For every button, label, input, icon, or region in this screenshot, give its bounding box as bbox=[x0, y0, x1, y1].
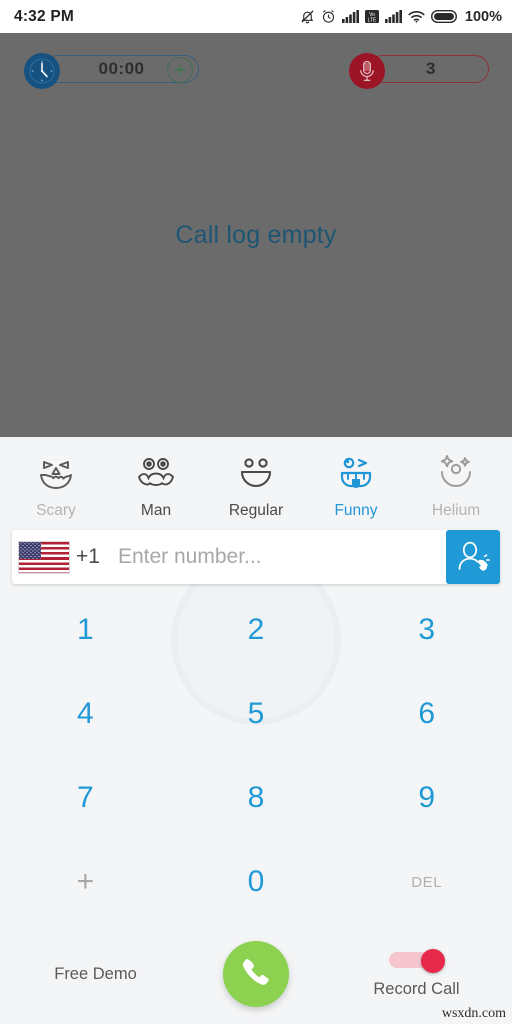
call-button[interactable] bbox=[223, 941, 289, 1007]
wifi-icon bbox=[408, 10, 425, 23]
country-code-label: +1 bbox=[76, 545, 100, 568]
toggle-knob bbox=[420, 949, 445, 973]
key-plus[interactable]: + bbox=[0, 840, 171, 924]
call-log-empty-text: Call log empty bbox=[175, 220, 337, 249]
add-time-button[interactable]: + bbox=[167, 57, 193, 83]
effect-helium[interactable]: Helium bbox=[410, 451, 502, 520]
effect-funny[interactable]: Funny bbox=[310, 451, 402, 520]
key-3[interactable]: 3 bbox=[341, 588, 512, 672]
status-icon-tray: Vo LTE 100% bbox=[300, 9, 502, 25]
recording-count-value: 3 bbox=[426, 59, 436, 78]
volte-icon: Vo LTE bbox=[364, 10, 379, 23]
key-6[interactable]: 6 bbox=[341, 672, 512, 756]
effect-helium-label: Helium bbox=[431, 502, 481, 519]
clock-icon bbox=[24, 53, 60, 89]
dialpad-row: + 0 DEL bbox=[0, 840, 512, 924]
dialpad-row: 1 2 3 bbox=[0, 588, 512, 672]
key-5[interactable]: 5 bbox=[171, 672, 342, 756]
status-time: 4:32 PM bbox=[14, 7, 74, 25]
record-call-toggle[interactable] bbox=[388, 949, 445, 973]
effect-scary-label: Scary bbox=[36, 502, 76, 519]
key-delete[interactable]: DEL bbox=[341, 840, 512, 924]
scary-face-icon bbox=[34, 451, 78, 495]
dialpad: 1 2 3 4 5 6 7 8 9 + 0 DEL bbox=[0, 584, 512, 924]
record-call-label: Record Call bbox=[373, 980, 460, 998]
effect-regular[interactable]: Regular bbox=[210, 451, 302, 520]
us-flag-icon bbox=[18, 540, 70, 574]
key-2[interactable]: 2 bbox=[171, 588, 342, 672]
phone-number-input[interactable] bbox=[117, 530, 446, 584]
signal-bars-icon bbox=[341, 10, 359, 23]
dialpad-row: 7 8 9 bbox=[0, 756, 512, 840]
effect-man-label: Man bbox=[140, 502, 172, 519]
recording-count-badge[interactable]: 3 bbox=[349, 53, 489, 89]
effect-regular-label: Regular bbox=[228, 502, 284, 519]
status-bar: 4:32 PM Vo LTE 100% bbox=[0, 0, 512, 33]
site-watermark: wsxdn.com bbox=[441, 1006, 506, 1021]
signal-bars-2-icon bbox=[384, 10, 402, 23]
dialpad-row: 4 5 6 bbox=[0, 672, 512, 756]
timer-value: 00:00 bbox=[98, 59, 145, 78]
key-7[interactable]: 7 bbox=[0, 756, 171, 840]
sparkle-face-icon bbox=[434, 451, 478, 495]
key-8[interactable]: 8 bbox=[171, 756, 342, 840]
recording-pill: 3 bbox=[369, 55, 489, 83]
bottom-action-bar: Free Demo Record Call bbox=[0, 924, 512, 1024]
key-9[interactable]: 9 bbox=[341, 756, 512, 840]
effect-man[interactable]: Man bbox=[110, 451, 202, 520]
key-4[interactable]: 4 bbox=[0, 672, 171, 756]
app-root: 4:32 PM Vo LTE 100% 00:00 + 3 Call log e… bbox=[0, 0, 512, 1024]
voice-effects-row: Scary Man Regular Funny Helium bbox=[0, 437, 512, 524]
mustache-face-icon bbox=[134, 451, 178, 495]
effect-scary[interactable]: Scary bbox=[10, 451, 102, 520]
dialer-sheet: Scary Man Regular Funny Helium +1 Enter … bbox=[0, 437, 512, 1024]
tongue-face-icon bbox=[334, 451, 378, 495]
open-contacts-button[interactable] bbox=[446, 530, 500, 584]
timer-badge[interactable]: 00:00 + bbox=[24, 53, 199, 89]
call-log-panel: 00:00 + 3 Call log empty bbox=[0, 33, 512, 437]
battery-icon bbox=[430, 10, 457, 23]
smiley-face-icon bbox=[234, 451, 278, 495]
number-entry-row: +1 bbox=[0, 524, 512, 584]
free-demo-label: Free Demo bbox=[54, 964, 137, 983]
microphone-icon bbox=[349, 53, 385, 89]
country-selector[interactable] bbox=[12, 530, 76, 584]
svg-text:LTE: LTE bbox=[368, 17, 377, 23]
call-button-wrap bbox=[191, 941, 321, 1007]
record-call-section[interactable]: Record Call bbox=[321, 949, 512, 999]
effect-funny-label: Funny bbox=[334, 502, 378, 519]
alarm-clock-icon bbox=[321, 9, 336, 24]
bell-muted-icon bbox=[300, 9, 315, 24]
key-0[interactable]: 0 bbox=[171, 840, 342, 924]
free-demo-section[interactable]: Free Demo bbox=[0, 965, 191, 984]
phone-handset-icon bbox=[239, 955, 273, 994]
number-entry-field-group: +1 bbox=[12, 530, 500, 584]
key-1[interactable]: 1 bbox=[0, 588, 171, 672]
flag-canton bbox=[19, 541, 41, 560]
battery-percent-label: 100% bbox=[464, 8, 502, 25]
call-log-badges: 00:00 + 3 bbox=[0, 53, 512, 89]
